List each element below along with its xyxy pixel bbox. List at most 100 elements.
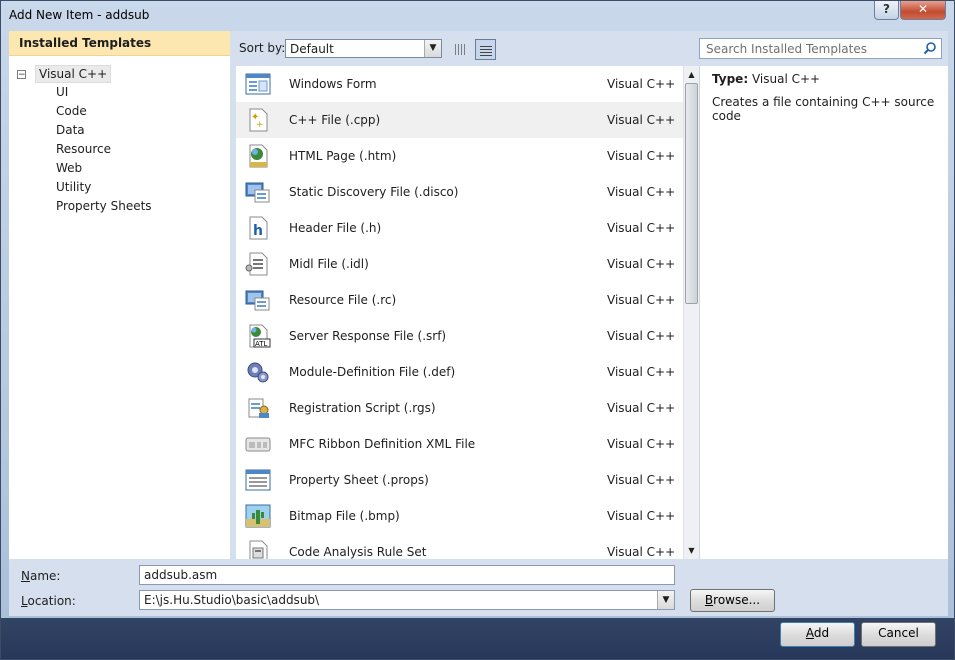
cpp-file-icon: ✦ + bbox=[245, 108, 271, 132]
details-view-button[interactable] bbox=[475, 39, 496, 60]
tree-item[interactable]: Web bbox=[56, 159, 152, 178]
template-name: Static Discovery File (.disco) bbox=[289, 185, 459, 199]
resource-file-icon bbox=[245, 288, 271, 312]
ribbon-xml-icon bbox=[245, 432, 271, 456]
template-name: Registration Script (.rgs) bbox=[289, 401, 436, 415]
template-language: Visual C++ bbox=[607, 473, 676, 487]
template-language: Visual C++ bbox=[607, 185, 676, 199]
template-language: Visual C++ bbox=[607, 113, 676, 127]
template-name: C++ File (.cpp) bbox=[289, 113, 381, 127]
template-row[interactable]: Bitmap File (.bmp) Visual C++ bbox=[236, 498, 683, 534]
tree-children: UI Code Data Resource Web Utility Property She… bbox=[56, 83, 152, 216]
template-name: Header File (.h) bbox=[289, 221, 382, 235]
template-row[interactable]: Midl File (.idl) Visual C++ bbox=[236, 246, 683, 282]
small-icons-icon bbox=[455, 44, 466, 55]
template-row[interactable]: ATL Server Response File (.srf) Visual C++ bbox=[236, 318, 683, 354]
template-row[interactable]: Windows Form Visual C++ bbox=[236, 66, 683, 102]
chevron-down-icon[interactable]: ▼ bbox=[657, 591, 674, 609]
collapse-icon[interactable]: − bbox=[17, 69, 26, 79]
tree-item[interactable]: Property Sheets bbox=[56, 197, 152, 216]
template-row[interactable]: Static Discovery File (.disco) Visual C++ bbox=[236, 174, 683, 210]
midl-file-icon bbox=[245, 252, 271, 276]
file-options: Name: addsub.asm Location: E:\js.Hu.Stud… bbox=[9, 559, 948, 616]
template-row[interactable]: Code Analysis Rule Set Visual C++ bbox=[236, 534, 683, 559]
template-name: Property Sheet (.props) bbox=[289, 473, 429, 487]
template-row[interactable]: Module-Definition File (.def) Visual C++ bbox=[236, 354, 683, 390]
template-name: Module-Definition File (.def) bbox=[289, 365, 456, 379]
scroll-up-icon[interactable]: ▲ bbox=[684, 67, 699, 82]
templates-tree-pane: Installed Templates − Visual C++ UI Code D… bbox=[9, 31, 230, 559]
template-name: Server Response File (.srf) bbox=[289, 329, 447, 343]
template-row[interactable]: Resource File (.rc) Visual C++ bbox=[236, 282, 683, 318]
name-field[interactable]: addsub.asm bbox=[139, 565, 675, 585]
template-language: Visual C++ bbox=[607, 401, 676, 415]
template-row[interactable]: Property Sheet (.props) Visual C++ bbox=[236, 462, 683, 498]
sort-by-value: Default bbox=[290, 42, 334, 56]
template-details-pane: Type: Visual C++ Creates a file containi… bbox=[699, 66, 948, 559]
sort-by-label: Sort by: bbox=[239, 41, 286, 55]
atl-server-file-icon: ATL bbox=[245, 324, 271, 348]
template-language: Visual C++ bbox=[607, 257, 676, 271]
installed-templates-header: Installed Templates bbox=[9, 31, 230, 56]
template-language: Visual C++ bbox=[607, 149, 676, 163]
template-language: Visual C++ bbox=[607, 293, 676, 307]
cancel-button[interactable]: Cancel bbox=[861, 622, 936, 647]
templates-list: Windows Form Visual C++ ✦ + C++ File (.cpp) V… bbox=[236, 66, 683, 559]
add-new-item-dialog: Add New Item - addsub ? ✕ Installed Temp… bbox=[0, 0, 955, 660]
tree-node-label[interactable]: Visual C++ bbox=[35, 65, 112, 83]
chevron-down-icon[interactable]: ▼ bbox=[424, 40, 441, 57]
template-language: Visual C++ bbox=[607, 437, 676, 451]
search-icon[interactable] bbox=[923, 41, 937, 55]
svg-text:h: h bbox=[253, 223, 263, 239]
template-language: Visual C++ bbox=[607, 329, 676, 343]
sort-by-dropdown[interactable]: Default ▼ bbox=[285, 39, 442, 58]
tree-item[interactable]: UI bbox=[56, 83, 152, 102]
template-name: Resource File (.rc) bbox=[289, 293, 397, 307]
tree-item[interactable]: Utility bbox=[56, 178, 152, 197]
rule-set-icon bbox=[245, 540, 271, 559]
dialog-body: Installed Templates − Visual C++ UI Code D… bbox=[9, 31, 948, 616]
location-label: Location: bbox=[21, 594, 76, 608]
tree-node-visual-cpp[interactable]: − Visual C++ bbox=[17, 65, 112, 83]
template-description: Creates a file containing C++ source cod… bbox=[712, 95, 935, 123]
templates-list-scrollbar[interactable]: ▲ ▼ bbox=[683, 66, 699, 559]
search-placeholder: Search Installed Templates bbox=[706, 42, 867, 56]
svg-text:ATL: ATL bbox=[255, 340, 268, 348]
small-icons-view-button[interactable] bbox=[450, 39, 471, 60]
search-installed-templates-input[interactable]: Search Installed Templates bbox=[699, 38, 942, 59]
template-name: Code Analysis Rule Set bbox=[289, 545, 427, 559]
template-row[interactable]: MFC Ribbon Definition XML File Visual C++ bbox=[236, 426, 683, 462]
template-language: Visual C++ bbox=[607, 221, 676, 235]
template-row[interactable]: h Header File (.h) Visual C++ bbox=[236, 210, 683, 246]
details-view-icon bbox=[480, 44, 492, 56]
bitmap-file-icon bbox=[245, 504, 271, 528]
svg-text:+: + bbox=[256, 120, 264, 130]
location-value: E:\js.Hu.Studio\basic\addsub\ bbox=[144, 593, 320, 607]
registration-script-icon bbox=[245, 396, 271, 420]
dialog-footer: Add Cancel bbox=[1, 618, 954, 659]
template-row[interactable]: HTML Page (.htm) Visual C++ bbox=[236, 138, 683, 174]
html-page-icon bbox=[245, 144, 271, 168]
window-title: Add New Item - addsub bbox=[9, 8, 150, 22]
template-name: HTML Page (.htm) bbox=[289, 149, 397, 163]
scrollbar-thumb[interactable] bbox=[685, 83, 698, 304]
template-name: Windows Form bbox=[289, 77, 377, 91]
scroll-down-icon[interactable]: ▼ bbox=[684, 543, 699, 558]
template-row[interactable]: Registration Script (.rgs) Visual C++ bbox=[236, 390, 683, 426]
header-file-icon: h bbox=[245, 216, 271, 240]
template-row[interactable]: ✦ + C++ File (.cpp) Visual C++ bbox=[236, 102, 683, 138]
tree-item[interactable]: Resource bbox=[56, 140, 152, 159]
browse-button[interactable]: Browse... bbox=[690, 589, 775, 612]
template-language: Visual C++ bbox=[607, 77, 676, 91]
name-label: Name: bbox=[21, 569, 61, 583]
type-label: Type: bbox=[712, 72, 749, 86]
discovery-file-icon bbox=[245, 180, 271, 204]
tree-item[interactable]: Data bbox=[56, 121, 152, 140]
location-dropdown[interactable]: E:\js.Hu.Studio\basic\addsub\ ▼ bbox=[139, 590, 675, 610]
tree-item[interactable]: Code bbox=[56, 102, 152, 121]
help-button[interactable]: ? bbox=[874, 1, 899, 20]
add-button[interactable]: Add bbox=[780, 622, 855, 647]
template-language: Visual C++ bbox=[607, 545, 676, 559]
module-definition-icon bbox=[245, 360, 271, 384]
close-button[interactable]: ✕ bbox=[900, 1, 946, 20]
